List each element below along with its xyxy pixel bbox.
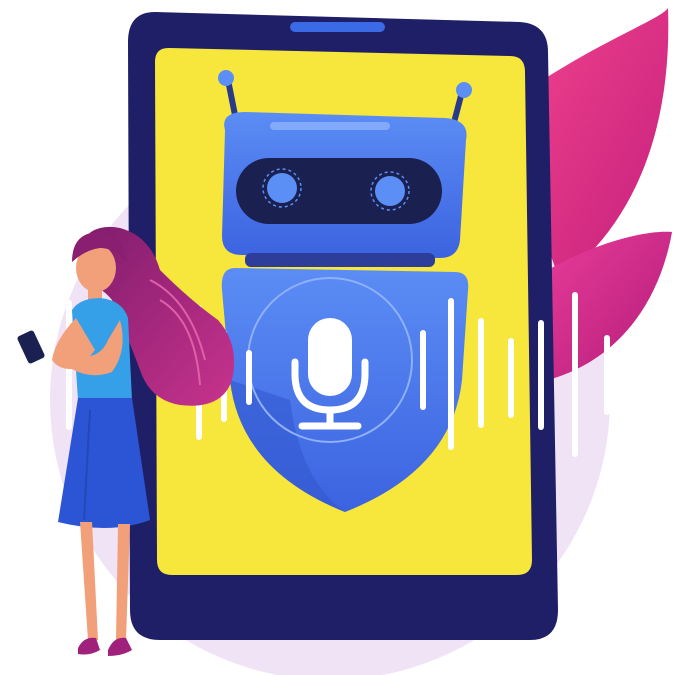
tablet-speaker xyxy=(290,22,385,32)
illustration-stage xyxy=(0,0,675,675)
robot-visor xyxy=(236,158,442,224)
robot-icon xyxy=(218,70,472,512)
robot-eye-left xyxy=(267,173,297,203)
robot-eye-right xyxy=(375,176,405,206)
voice-assistant-illustration xyxy=(17,8,672,675)
